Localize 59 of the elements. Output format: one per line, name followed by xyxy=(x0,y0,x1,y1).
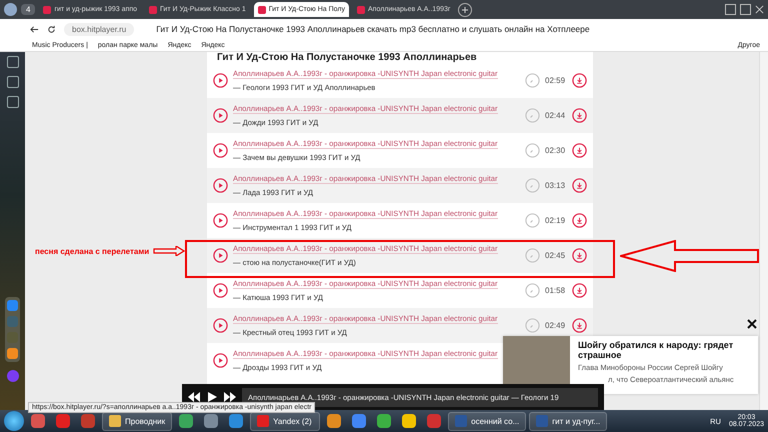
taskbar-icon[interactable] xyxy=(31,414,45,428)
taskbar-icon[interactable] xyxy=(204,414,218,428)
play-button[interactable] xyxy=(213,248,228,263)
start-button[interactable] xyxy=(4,411,24,431)
download-button[interactable] xyxy=(572,213,587,228)
right-arrow xyxy=(153,246,185,256)
play-button[interactable] xyxy=(213,318,228,333)
download-button[interactable] xyxy=(572,108,587,123)
download-button[interactable] xyxy=(572,318,587,333)
track-duration: 02:49 xyxy=(545,321,566,330)
tab-count[interactable]: 4 xyxy=(21,4,36,15)
download-button[interactable] xyxy=(572,248,587,263)
reload-icon[interactable] xyxy=(47,24,56,34)
play-button[interactable] xyxy=(213,143,228,158)
download-button[interactable] xyxy=(572,178,587,193)
taskbar-icon[interactable] xyxy=(229,414,244,428)
clock-icon xyxy=(525,143,540,158)
scrollbar[interactable] xyxy=(759,52,768,410)
back-icon[interactable] xyxy=(30,24,39,34)
maximize-icon[interactable] xyxy=(740,4,751,15)
profile-avatar[interactable] xyxy=(4,3,17,16)
new-tab-icon[interactable] xyxy=(458,2,472,16)
clock-icon xyxy=(525,283,540,298)
clock-icon xyxy=(525,108,540,123)
clock-icon xyxy=(525,178,540,193)
play-button[interactable] xyxy=(213,108,228,123)
track-duration: 02:19 xyxy=(545,216,566,225)
minimize-icon[interactable] xyxy=(725,4,736,15)
close-icon[interactable] xyxy=(746,318,758,330)
track-duration: 01:58 xyxy=(545,286,566,295)
taskbar-icon[interactable] xyxy=(179,414,194,428)
download-button[interactable] xyxy=(572,73,587,88)
taskbar-icon[interactable] xyxy=(402,414,416,428)
ad-headline[interactable]: Шойгу обратился к народу: грядет страшное xyxy=(578,340,750,360)
play-button[interactable] xyxy=(213,213,228,228)
clock-icon xyxy=(525,73,540,88)
clock-icon xyxy=(525,248,540,263)
annotation-label: песня сделана с перелетами xyxy=(35,247,150,256)
track-duration: 02:45 xyxy=(545,251,566,260)
taskbar-button[interactable]: осенний со... xyxy=(448,412,526,430)
download-button[interactable] xyxy=(572,143,587,158)
play-button[interactable] xyxy=(213,178,228,193)
page-heading: Гит И Уд-Стою На Полустаночке 1993 Аполлинарьев xyxy=(216,52,478,63)
address-field[interactable]: box.hitplayer.ru xyxy=(64,22,134,36)
taskbar-icon[interactable] xyxy=(377,414,392,428)
clock-icon xyxy=(525,318,540,333)
play-button[interactable] xyxy=(213,353,228,368)
taskbar-icon[interactable] xyxy=(327,414,342,428)
track-duration: 03:13 xyxy=(545,181,566,190)
play-button[interactable] xyxy=(213,283,228,298)
download-button[interactable] xyxy=(572,283,587,298)
taskbar-button[interactable]: гит и уд-пуг... xyxy=(529,412,608,430)
play-button[interactable] xyxy=(213,73,228,88)
track-duration: 02:59 xyxy=(545,76,566,85)
page-title: Гит И Уд-Стою На Полустаночке 1993 Аполлинарьев скачать mp3 бесплатно и слушать онлайн на Хотплеере xyxy=(156,24,590,34)
track-duration: 02:44 xyxy=(545,111,566,120)
taskbar-icon[interactable] xyxy=(352,414,366,428)
track-duration: 02:30 xyxy=(545,146,566,155)
clock-icon xyxy=(525,213,540,228)
